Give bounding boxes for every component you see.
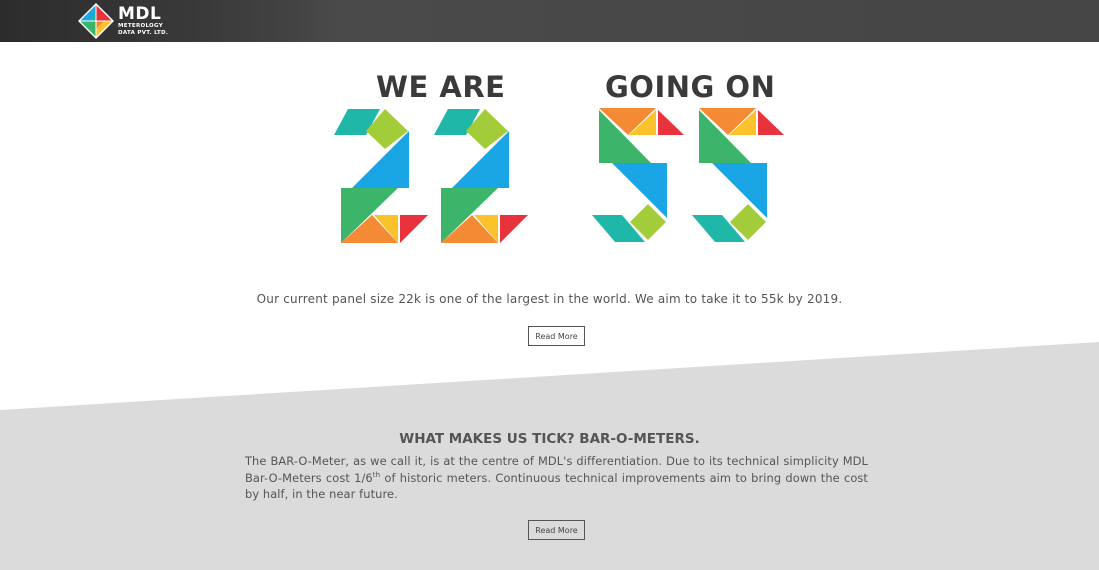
- tangram-numbers-graphic: [334, 108, 784, 243]
- tangram-digit-5-second: [692, 108, 784, 242]
- panel-size-description: Our current panel size 22k is one of the…: [256, 292, 843, 306]
- bar-o-meter-description: The BAR-O-Meter, as we call it, is at th…: [245, 453, 868, 503]
- tangram-digit-5-first: [592, 108, 684, 242]
- tangram-digit-2-second: [434, 109, 528, 243]
- what-makes-us-tick-heading: WHAT MAKES US TICK? BAR-O-METERS.: [399, 431, 700, 447]
- read-more-button-barometers[interactable]: Read More: [528, 520, 585, 540]
- tangram-digit-2-first: [334, 109, 428, 243]
- read-more-button-hero[interactable]: Read More: [528, 326, 585, 346]
